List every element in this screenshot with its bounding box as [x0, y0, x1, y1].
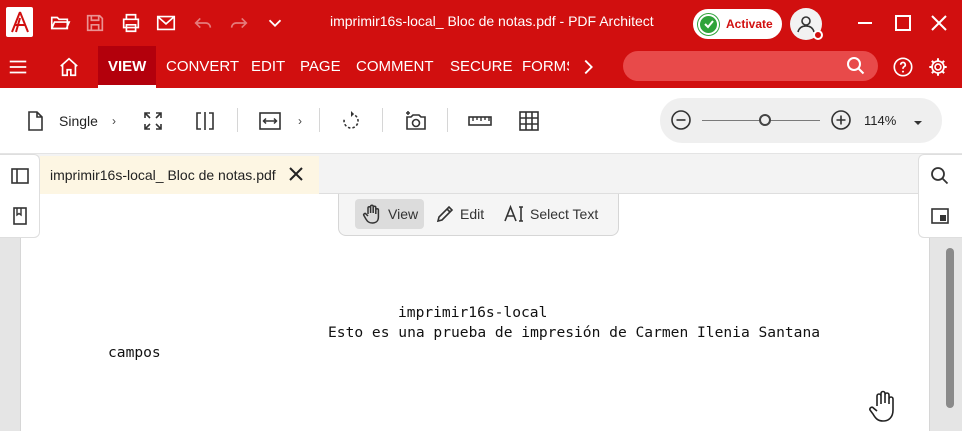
tab-secure[interactable]: SECURE: [450, 46, 513, 88]
close-icon[interactable]: [286, 164, 306, 184]
tab-page[interactable]: PAGE: [300, 46, 341, 88]
user-icon[interactable]: [790, 8, 823, 40]
sidebar-icon[interactable]: [9, 165, 31, 187]
tab-edit[interactable]: EDIT: [251, 46, 285, 88]
search-icon[interactable]: [844, 54, 868, 78]
maximize-icon[interactable]: [891, 12, 915, 34]
ribbon-tab-bar: VIEW CONVERT EDIT PAGE COMMENT SECURE FO…: [0, 46, 962, 88]
window-title: imprimir16s-local_ Bloc de notas.pdf - P…: [330, 13, 654, 29]
zoom-slider-thumb[interactable]: [758, 114, 771, 126]
title-bar: imprimir16s-local_ Bloc de notas.pdf - P…: [0, 0, 962, 46]
ruler-icon[interactable]: [467, 108, 493, 134]
interaction-mode-bar: View Edit Select Text: [338, 194, 619, 236]
email-icon[interactable]: [154, 11, 178, 35]
tab-forms[interactable]: FORMS: [522, 46, 569, 88]
grid-icon[interactable]: [516, 108, 542, 134]
view-mode-label: View: [388, 206, 419, 222]
chevron-down-icon[interactable]: [912, 115, 924, 125]
search-icon[interactable]: [929, 165, 951, 187]
activate-label: Activate: [726, 17, 773, 31]
divider: [319, 108, 320, 132]
select-text-mode-button[interactable]: Select Text: [497, 199, 604, 229]
zoom-level[interactable]: 114%: [864, 113, 896, 128]
fullscreen-icon[interactable]: [140, 108, 166, 134]
rotate-icon[interactable]: [338, 108, 364, 134]
zoom-out-icon[interactable]: [670, 109, 692, 131]
save-icon[interactable]: [83, 11, 107, 35]
pencil-icon: [436, 205, 454, 223]
divider: [447, 108, 448, 132]
split-view-icon[interactable]: [192, 108, 218, 134]
zoom-in-icon[interactable]: [830, 109, 852, 131]
redo-icon[interactable]: [227, 11, 251, 35]
snapshot-icon[interactable]: [403, 108, 429, 134]
chevron-right-icon[interactable]: [576, 55, 600, 79]
document-line: Esto es una prueba de impresión de Carme…: [328, 324, 821, 341]
search-box[interactable]: [623, 51, 878, 81]
home-icon[interactable]: [57, 55, 81, 79]
chevron-down-icon[interactable]: [263, 11, 287, 35]
undo-icon[interactable]: [191, 11, 215, 35]
right-panel-rail: [918, 154, 962, 238]
vertical-scrollbar[interactable]: [946, 248, 954, 408]
document-line: campos: [108, 344, 161, 361]
edit-mode-label: Edit: [460, 206, 485, 222]
fit-width-icon[interactable]: [257, 108, 283, 134]
help-icon[interactable]: [891, 55, 915, 79]
divider: [382, 108, 383, 132]
open-folder-icon[interactable]: [48, 11, 72, 35]
edit-mode-button[interactable]: Edit: [429, 199, 490, 229]
select-text-mode-label: Select Text: [530, 206, 599, 222]
hand-cursor-icon: [868, 390, 898, 424]
hand-icon: [362, 204, 380, 224]
page-layout-label[interactable]: Single: [59, 113, 98, 129]
chevron-right-icon[interactable]: ›: [298, 114, 302, 128]
tab-comment[interactable]: COMMENT: [356, 46, 434, 88]
panel-icon[interactable]: [929, 205, 951, 227]
toolbar: Single › › 114%: [0, 88, 962, 154]
close-icon[interactable]: [927, 12, 951, 34]
activate-button[interactable]: Activate: [693, 9, 782, 39]
page-icon[interactable]: [22, 108, 48, 134]
zoom-panel: 114%: [660, 98, 942, 143]
view-mode-button[interactable]: View: [355, 199, 425, 229]
status-dot: [813, 30, 823, 40]
bookmark-icon[interactable]: [9, 205, 31, 227]
chevron-right-icon[interactable]: ›: [112, 114, 116, 128]
select-text-icon: [504, 204, 523, 222]
document-line: imprimir16s-local: [398, 304, 548, 321]
search-input[interactable]: [635, 57, 835, 75]
menu-icon[interactable]: [6, 55, 30, 79]
check-icon: [698, 13, 719, 35]
document-tab-strip: imprimir16s-local_ Bloc de notas.pdf: [0, 154, 962, 194]
settings-icon[interactable]: [926, 55, 950, 79]
minimize-icon[interactable]: [853, 12, 877, 34]
divider: [237, 108, 238, 132]
logo-icon: [6, 7, 33, 37]
print-icon[interactable]: [119, 11, 143, 35]
left-panel-rail: [0, 154, 40, 238]
document-tab[interactable]: imprimir16s-local_ Bloc de notas.pdf: [40, 156, 319, 194]
tab-convert[interactable]: CONVERT: [166, 46, 239, 88]
document-tab-name: imprimir16s-local_ Bloc de notas.pdf: [50, 167, 276, 183]
tab-view[interactable]: VIEW: [98, 46, 157, 88]
